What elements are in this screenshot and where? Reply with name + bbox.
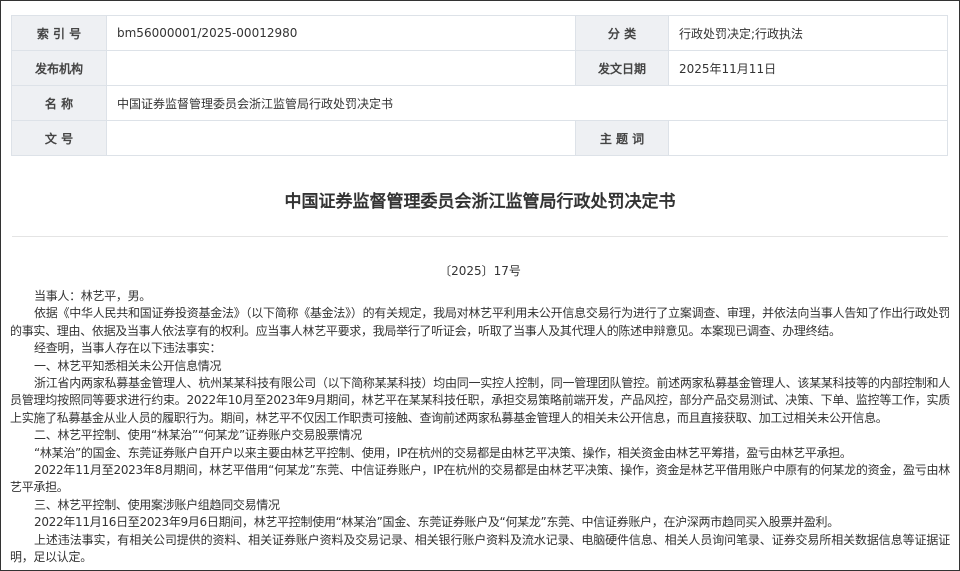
document-number: 〔2025〕17号 xyxy=(439,264,521,278)
section-heading: 一、林艺平知悉相关未公开信息情况 xyxy=(34,358,222,373)
paragraph: 上述违法事实，有相关公司提供的资料、相关证券账户资料及交易记录、相关银行账户资料… xyxy=(10,532,950,565)
table-row: 发布机构 发文日期 2025年11月11日 xyxy=(11,50,948,86)
index-label: 索 引 号 xyxy=(11,15,107,51)
name-value: 中国证券监督管理委员会浙江监管局行政处罚决定书 xyxy=(106,85,948,121)
paragraph: 经查明，当事人存在以下违法事实： xyxy=(34,341,222,356)
docnum-value xyxy=(106,120,576,156)
divider xyxy=(12,236,948,237)
index-value: bm56000001/2025-00012980 xyxy=(106,15,576,51)
table-row: 名 称 中国证券监督管理委员会浙江监管局行政处罚决定书 xyxy=(11,85,948,121)
paragraph: 依据《中华人民共和国证券投资基金法》（以下简称《基金法》）的有关规定，我局对林艺… xyxy=(10,306,950,338)
table-row: 索 引 号 bm56000001/2025-00012980 分 类 行政处罚决… xyxy=(11,15,948,51)
document-body: 当事人：林艺平，男。 依据《中华人民共和国证券投资基金法》（以下简称《基金法》）… xyxy=(10,288,950,567)
category-value: 行政处罚决定;行政执法 xyxy=(668,15,948,51)
subject-label: 主 题 词 xyxy=(575,120,669,156)
document-title: 中国证券监督管理委员会浙江监管局行政处罚决定书 xyxy=(284,192,676,212)
subject-value xyxy=(668,120,948,156)
docnum-label: 文 号 xyxy=(11,120,107,156)
issuer-value xyxy=(106,50,576,86)
table-row: 文 号 主 题 词 xyxy=(11,120,948,156)
section-heading: 三、林艺平控制、使用案涉账户组趋同交易情况 xyxy=(34,497,280,512)
issuer-label: 发布机构 xyxy=(11,50,107,86)
category-label: 分 类 xyxy=(575,15,669,51)
paragraph: “林某治”的国金、东莞证券账户自开户以来主要由林艺平控制、使用，IP在杭州的交易… xyxy=(34,445,852,460)
paragraph: 浙江省内两家私募基金管理人、杭州某某科技有限公司（以下简称某某科技）均由同一实控… xyxy=(10,376,950,425)
metadata-table: 索 引 号 bm56000001/2025-00012980 分 类 行政处罚决… xyxy=(11,15,948,156)
paragraph: 2022年11月16日至2023年9月6日期间，林艺平控制使用“林某治”国金、东… xyxy=(34,515,839,530)
section-heading: 二、林艺平控制、使用“林某治”“何某龙”证券账户交易股票情况 xyxy=(34,428,362,443)
name-label: 名 称 xyxy=(11,85,107,121)
date-label: 发文日期 xyxy=(575,50,669,86)
paragraph: 当事人：林艺平，男。 xyxy=(34,289,152,303)
paragraph: 2022年11月至2023年8月期间，林艺平借用“何某龙”东莞、中信证券账户，I… xyxy=(10,463,950,495)
date-value: 2025年11月11日 xyxy=(668,50,948,86)
